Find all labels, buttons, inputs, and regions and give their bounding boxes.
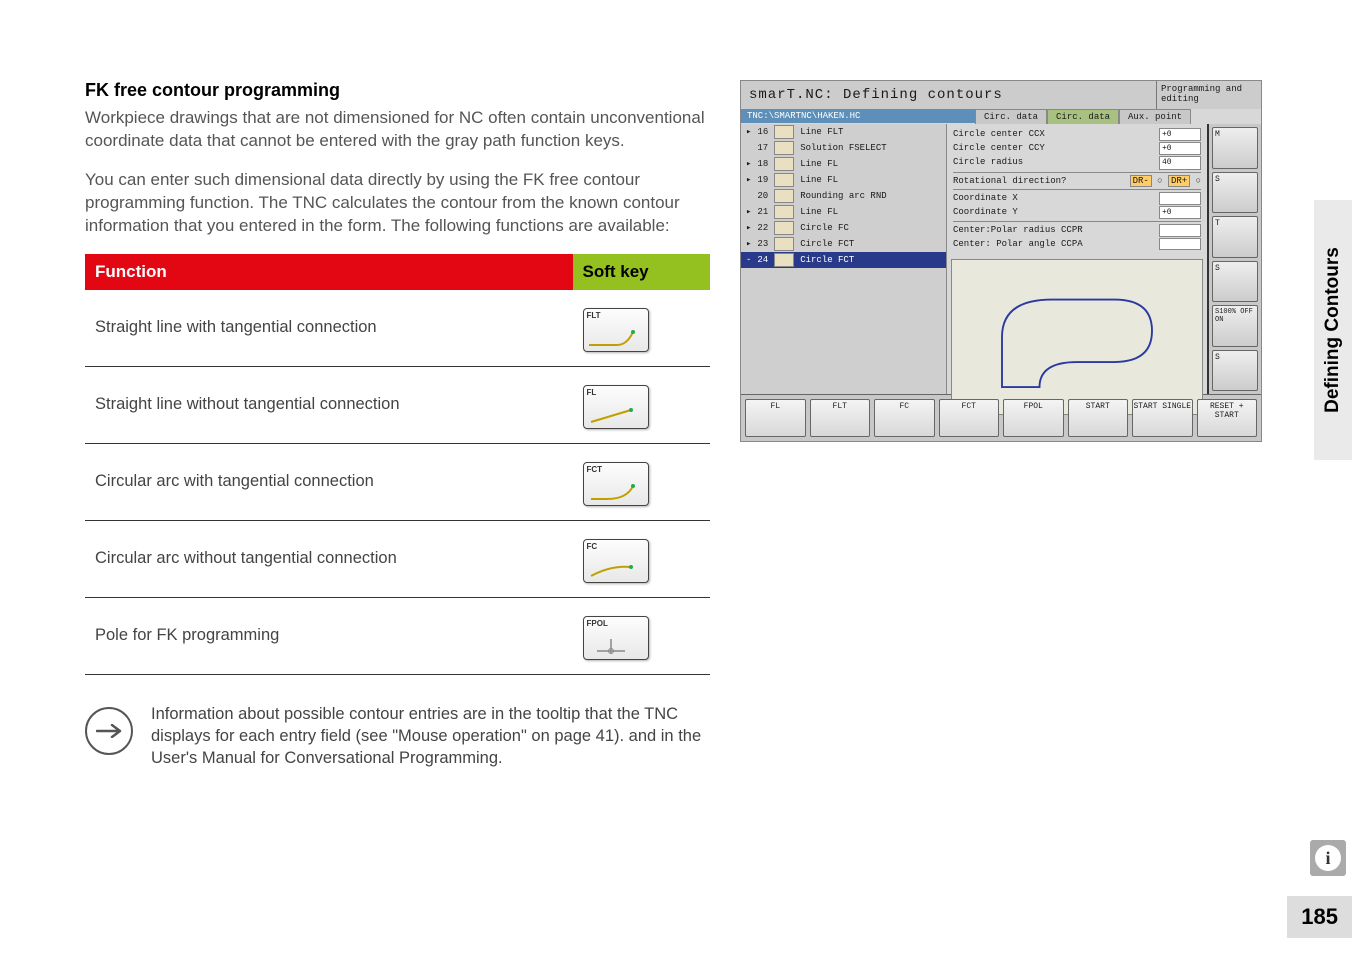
solution-icon [774,141,794,155]
side-btn-s[interactable]: S [1212,172,1258,214]
func-label: Circular arc with tangential connection [85,443,573,520]
paragraph-2: You can enter such dimensional data dire… [85,169,710,238]
table-row: Circular arc with tangential connection … [85,443,710,520]
softkey-fpol[interactable]: FPOL [583,616,649,660]
field-ccpa[interactable] [1159,238,1201,251]
field-label: Coordinate X [953,192,1018,205]
circle-icon [774,253,794,267]
field-cy[interactable]: +0 [1159,206,1201,219]
side-btn-m[interactable]: M [1212,127,1258,169]
section-heading: FK free contour programming [85,80,710,101]
side-tab-label: Defining Contours [1322,247,1344,413]
field-ccpr[interactable] [1159,224,1201,237]
tree-row[interactable]: ▸16Line FLT [741,124,946,140]
tree-row-selected[interactable]: -24Circle FCT [741,252,946,268]
line-icon [774,173,794,187]
softkey-label: FLT [587,311,601,320]
tree-row[interactable]: ▸21Line FL [741,204,946,220]
field-label: Circle radius [953,156,1023,169]
table-row: Straight line without tangential connect… [85,366,710,443]
cnc-title: smarT.NC: Defining contours [741,81,1156,109]
field-ccx[interactable]: +0 [1159,128,1201,141]
field-ccy[interactable]: +0 [1159,142,1201,155]
tree-row[interactable]: ▸19Line FL [741,172,946,188]
tree-row[interactable]: ▸22Circle FC [741,220,946,236]
func-label: Straight line without tangential connect… [85,366,573,443]
bottom-reset-start[interactable]: RESET + START [1197,399,1258,437]
func-label: Circular arc without tangential connecti… [85,520,573,597]
cnc-preview [951,259,1203,415]
softkey-fl[interactable]: FL [583,385,649,429]
func-label: Straight line with tangential connection [85,290,573,367]
side-btn-s3[interactable]: S [1212,350,1258,392]
rounding-icon [774,189,794,203]
arrow-right-icon [85,707,133,755]
bottom-fpol[interactable]: FPOL [1003,399,1064,437]
tab-circ-data[interactable]: Circ. data [975,109,1047,124]
line-icon [774,125,794,139]
bottom-start-single[interactable]: START SINGLE [1132,399,1193,437]
tree-row[interactable]: ▸18Line FL [741,156,946,172]
col-function: Function [85,254,573,290]
bottom-fct[interactable]: FCT [939,399,1000,437]
softkey-label: FCT [587,465,603,474]
info-icon: i [1315,845,1341,871]
page-number: 185 [1287,896,1352,938]
softkey-fc[interactable]: FC [583,539,649,583]
field-label: Rotational direction? [953,175,1066,188]
col-softkey: Soft key [573,254,711,290]
side-btn-s100[interactable]: S100% OFF ON [1212,305,1258,347]
paragraph-1: Workpiece drawings that are not dimensio… [85,107,710,153]
softkey-fct[interactable]: FCT [583,462,649,506]
side-btn-s2[interactable]: S [1212,261,1258,303]
line-icon [774,157,794,171]
table-row: Circular arc without tangential connecti… [85,520,710,597]
cnc-form: Circle center CCX+0 Circle center CCY+0 … [947,124,1207,255]
cnc-screenshot: smarT.NC: Defining contours Programming … [740,80,1262,442]
field-label: Center:Polar radius CCPR [953,224,1083,237]
info-badge: i [1310,840,1346,876]
field-cx[interactable] [1159,192,1201,205]
field-label: Coordinate Y [953,206,1018,219]
radio-dr-plus[interactable]: DR+ [1168,175,1190,187]
table-row: Pole for FK programming FPOL [85,597,710,674]
func-label: Pole for FK programming [85,597,573,674]
cnc-tabs: Circ. data Circ. data Aux. point [975,109,1215,124]
line-icon [774,205,794,219]
note-box: Information about possible contour entri… [85,703,710,770]
softkey-flt[interactable]: FLT [583,308,649,352]
bottom-flt[interactable]: FLT [810,399,871,437]
cnc-path: TNC:\SMARTNC\HAKEN.HC [741,109,975,123]
side-tab: Defining Contours [1314,200,1352,460]
radio-dr-minus[interactable]: DR- [1130,175,1152,187]
function-table: Function Soft key Straight line with tan… [85,254,710,675]
circle-icon [774,237,794,251]
note-text: Information about possible contour entri… [151,703,710,770]
cnc-mode: Programming and editing [1156,81,1261,109]
circle-icon [774,221,794,235]
tree-row[interactable]: 17Solution FSELECT [741,140,946,156]
bottom-fc[interactable]: FC [874,399,935,437]
softkey-label: FL [587,388,597,397]
side-btn-t[interactable]: T [1212,216,1258,258]
field-label: Circle center CCY [953,142,1045,155]
tab-circ-data-2[interactable]: Circ. data [1047,109,1119,124]
softkey-label: FPOL [587,619,608,628]
table-row: Straight line with tangential connection… [85,290,710,367]
field-label: Circle center CCX [953,128,1045,141]
bottom-fl[interactable]: FL [745,399,806,437]
tree-row[interactable]: 20Rounding arc RND [741,188,946,204]
field-label: Center: Polar angle CCPA [953,238,1083,251]
cnc-side-buttons: M S T S S100% OFF ON S [1207,124,1261,394]
softkey-label: FC [587,542,598,551]
field-cr[interactable]: 40 [1159,156,1201,169]
cnc-tree: ▸16Line FLT 17Solution FSELECT ▸18Line F… [741,124,947,394]
tab-aux-point[interactable]: Aux. point [1119,109,1191,124]
bottom-start[interactable]: START [1068,399,1129,437]
tree-row[interactable]: ▸23Circle FCT [741,236,946,252]
